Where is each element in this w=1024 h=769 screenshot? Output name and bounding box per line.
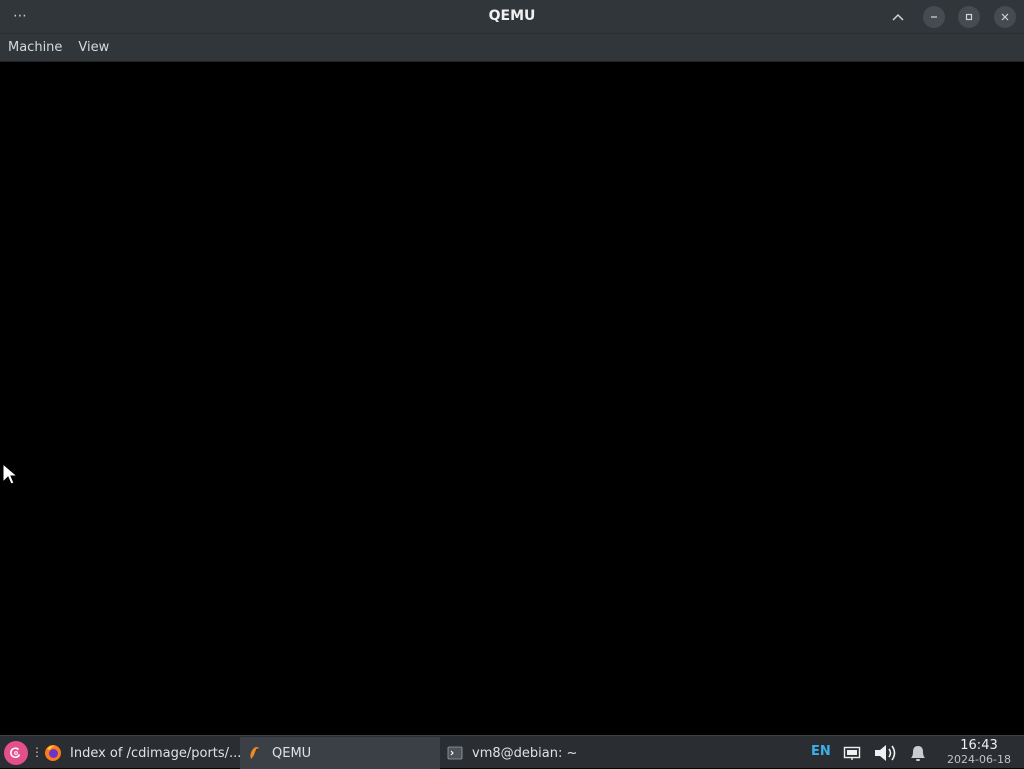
- clock-date: 2024-06-18: [947, 753, 1011, 766]
- volume-icon[interactable]: [873, 737, 899, 769]
- minimize-icon[interactable]: [923, 6, 945, 28]
- menubar: Machine View: [0, 34, 1024, 62]
- vm-display[interactable]: [0, 62, 1024, 735]
- firefox-icon: [44, 744, 62, 762]
- task-qemu[interactable]: QEMU: [240, 737, 440, 769]
- debian-start-icon[interactable]: [4, 741, 28, 765]
- mouse-pointer-icon: [2, 462, 19, 489]
- taskbar: ⋮ Index of /cdimage/ports/... QEMU vm8@d…: [0, 735, 1024, 769]
- window-titlebar[interactable]: ⋯ QEMU: [0, 0, 1024, 34]
- task-terminal[interactable]: vm8@debian: ~: [440, 737, 640, 769]
- restore-icon[interactable]: [958, 6, 980, 28]
- network-icon[interactable]: [843, 737, 861, 769]
- menu-view[interactable]: View: [78, 34, 109, 62]
- keep-above-icon[interactable]: [887, 6, 909, 28]
- clock[interactable]: 16:43 2024-06-18: [940, 738, 1018, 767]
- menu-machine[interactable]: Machine: [8, 34, 62, 62]
- task-label: QEMU: [272, 745, 312, 761]
- notifications-icon[interactable]: [906, 737, 930, 769]
- task-firefox[interactable]: Index of /cdimage/ports/...: [38, 737, 242, 769]
- window-title: QEMU: [488, 8, 536, 24]
- task-label: Index of /cdimage/ports/...: [70, 745, 242, 761]
- task-label: vm8@debian: ~: [472, 745, 578, 761]
- terminal-icon: [446, 744, 464, 762]
- keyboard-layout-indicator[interactable]: EN: [811, 744, 831, 759]
- qemu-icon: [246, 744, 264, 762]
- clock-time: 16:43: [960, 738, 998, 753]
- close-icon[interactable]: [994, 6, 1016, 28]
